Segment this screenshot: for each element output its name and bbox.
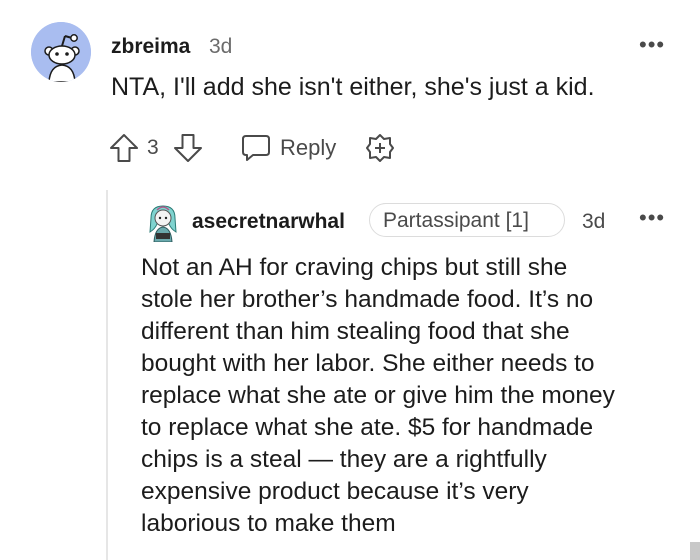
username[interactable]: asecretnarwhal	[192, 210, 345, 234]
upvote-icon[interactable]	[108, 132, 140, 169]
snoo-avatar-icon	[31, 22, 91, 82]
comment-body-line: different than him stealing food that sh…	[141, 318, 570, 345]
comment-body-line: chips is a steal — they are a rightfully	[141, 446, 547, 473]
downvote-icon[interactable]	[172, 132, 204, 169]
timestamp: 3d	[582, 210, 606, 233]
comment-body-line: replace what she ate or give him the mon…	[141, 382, 615, 409]
comment-body-line: bought with her labor. She either needs …	[141, 350, 595, 377]
comment-body-line: laborious to make them	[141, 510, 396, 537]
username[interactable]: zbreima	[111, 35, 190, 59]
custom-avatar-icon	[149, 205, 177, 243]
comment-body-line: Not an AH for craving chips but still sh…	[141, 254, 568, 281]
award-icon[interactable]	[365, 133, 395, 168]
avatar[interactable]	[31, 22, 91, 82]
more-options-icon[interactable]: •••	[639, 205, 665, 231]
comment-body-line: to replace what she ate. $5 for handmade	[141, 414, 594, 441]
comment-body-line: expensive product because it’s very	[141, 478, 529, 505]
more-options-icon[interactable]: •••	[639, 32, 665, 58]
vote-score: 3	[147, 136, 159, 159]
comment-body: Not an AH for craving chips but still sh…	[141, 252, 686, 540]
comment-thread: zbreima 3d ••• NTA, I'll add she isn't e…	[0, 0, 700, 560]
user-flair: Partassipant [1]	[369, 203, 565, 237]
reply-icon[interactable]	[240, 132, 272, 169]
reply-button[interactable]: Reply	[280, 135, 336, 161]
avatar[interactable]	[143, 202, 183, 243]
thread-line[interactable]	[106, 190, 108, 560]
comment-body: NTA, I'll add she isn't either, she's ju…	[111, 73, 595, 101]
timestamp: 3d	[209, 35, 233, 58]
comment-body-line: stole her brother’s handmade food. It’s …	[141, 286, 594, 313]
scrollbar-thumb[interactable]	[690, 542, 700, 560]
